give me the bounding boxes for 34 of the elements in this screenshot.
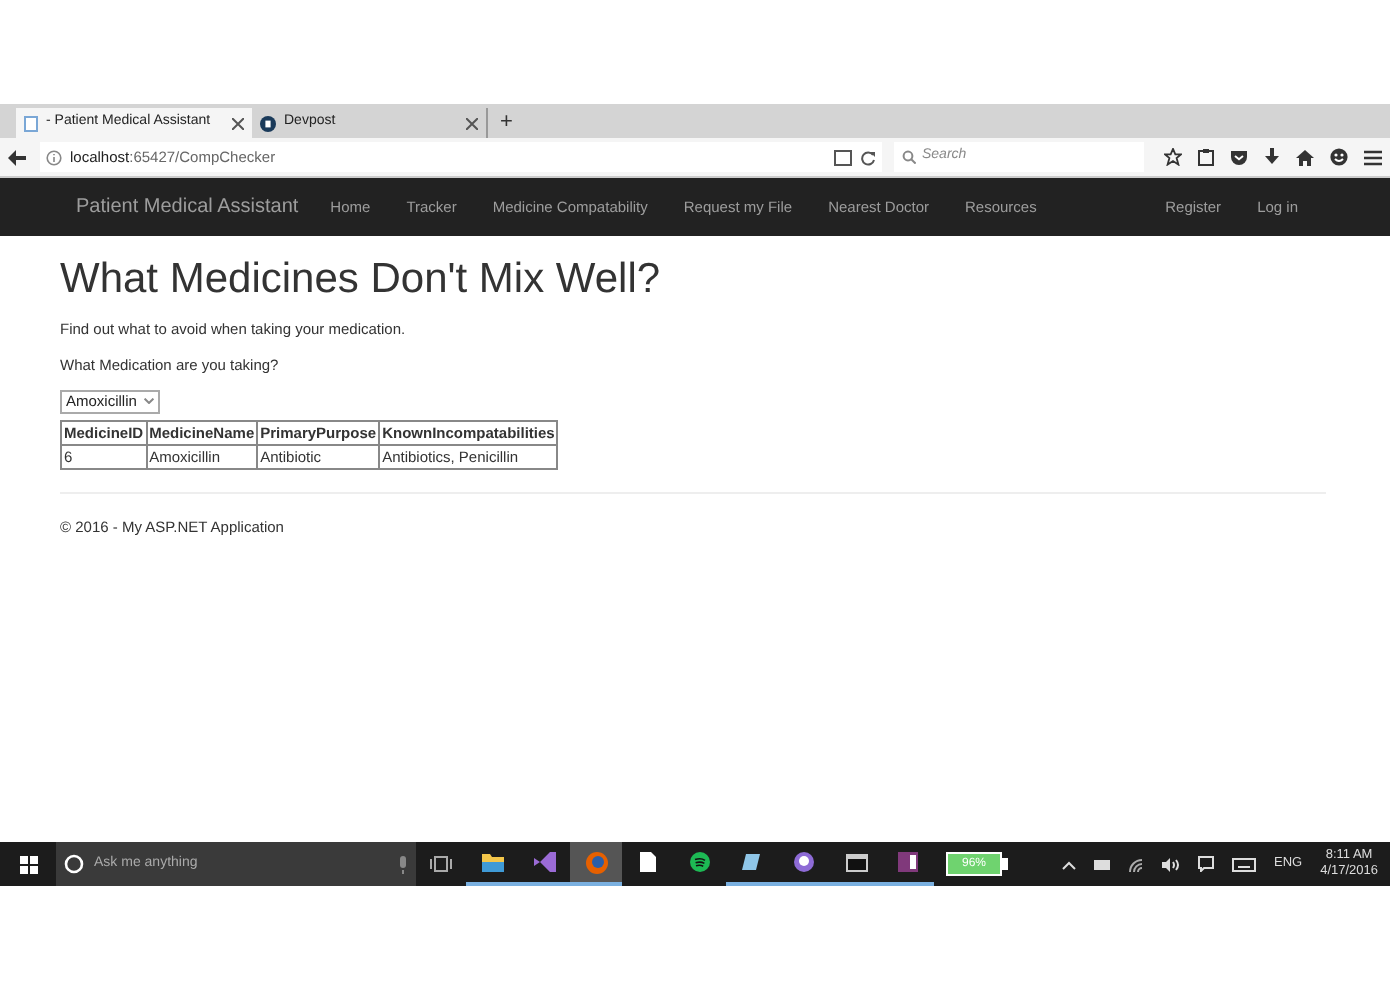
wifi-icon[interactable]: [1127, 857, 1144, 871]
close-icon[interactable]: [466, 117, 478, 129]
reader-view-icon[interactable]: [834, 149, 852, 165]
page-icon: [24, 115, 38, 131]
info-icon[interactable]: [46, 149, 62, 165]
star-icon[interactable]: [1164, 148, 1182, 166]
notification-icon[interactable]: [1197, 856, 1214, 872]
navbar-brand[interactable]: Patient Medical Assistant: [76, 192, 299, 222]
spotify-icon[interactable]: [690, 852, 710, 872]
download-icon[interactable]: [1264, 148, 1280, 166]
caret-icon: [144, 398, 154, 404]
search-icon: [902, 150, 916, 164]
keyboard-icon[interactable]: [1231, 857, 1256, 871]
circle-icon: [64, 854, 84, 874]
new-tab-button[interactable]: +: [500, 108, 513, 138]
notebook-icon[interactable]: [898, 852, 918, 872]
menu-icon[interactable]: [1364, 149, 1382, 165]
chevron-up-icon[interactable]: [1061, 859, 1076, 869]
smiley-icon[interactable]: [1330, 148, 1348, 166]
reload-icon[interactable]: [860, 149, 876, 165]
document-icon[interactable]: [640, 852, 656, 872]
folder-icon[interactable]: [481, 853, 503, 871]
microphone-icon[interactable]: [398, 855, 408, 873]
terminal-icon[interactable]: [845, 853, 867, 871]
clipboard-icon[interactable]: [1198, 148, 1214, 166]
battery-icon[interactable]: [1093, 859, 1110, 869]
windows-logo-icon[interactable]: [19, 855, 37, 873]
home-icon[interactable]: [1296, 149, 1314, 165]
speaker-icon[interactable]: [1161, 857, 1180, 871]
back-icon[interactable]: [8, 147, 28, 167]
pocket-icon[interactable]: [1230, 149, 1248, 165]
page-heading: What Medicines Don't Mix Well?: [60, 254, 663, 306]
close-icon[interactable]: [232, 117, 244, 129]
task-view-icon[interactable]: [430, 856, 452, 872]
